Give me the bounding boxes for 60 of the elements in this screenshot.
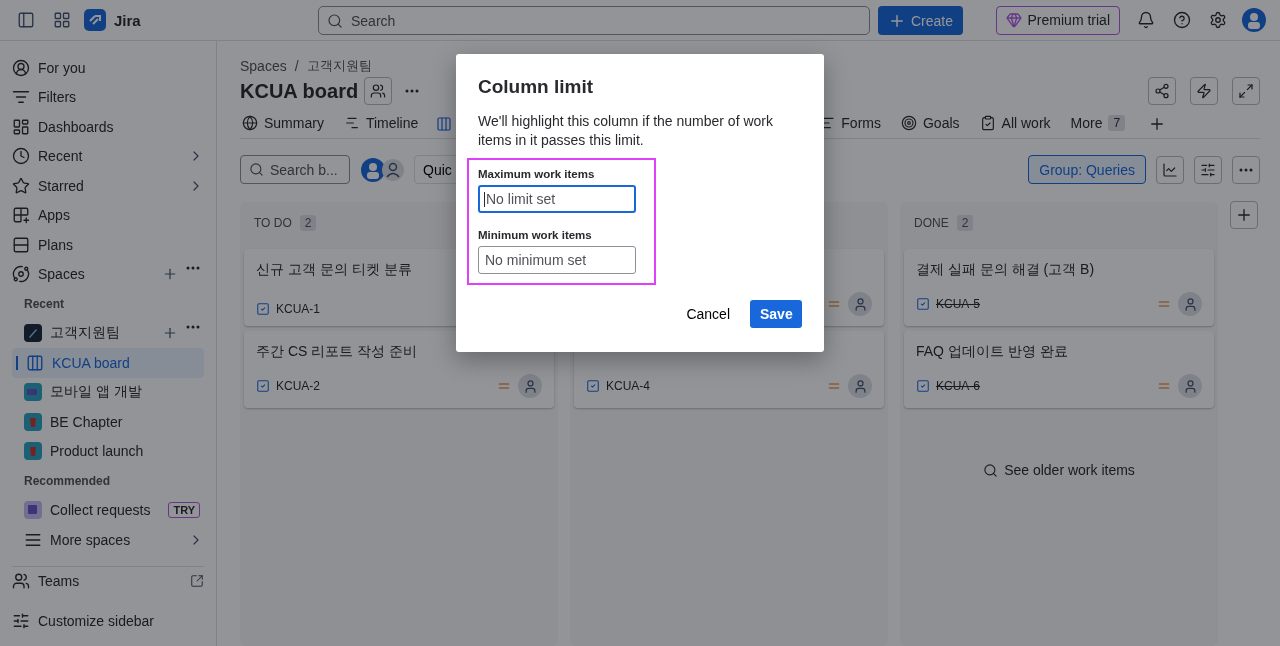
- sidebar-item[interactable]: Teams: [12, 566, 204, 596]
- dialog-description: We'll highlight this column if the number of work items in it passes this limit.: [478, 112, 774, 150]
- tab[interactable]: Summary: [240, 108, 334, 139]
- search-field[interactable]: Search: [318, 6, 870, 35]
- column-count: 2: [956, 215, 974, 231]
- sidebar-item[interactable]: Apps: [12, 200, 204, 230]
- work-item-key[interactable]: KCUA-6: [936, 379, 1150, 393]
- field-label: Minimum work items: [478, 229, 593, 241]
- space-item[interactable]: 고객지원팀: [12, 318, 204, 348]
- number-input[interactable]: No minimum set: [478, 246, 636, 274]
- sidebar-item[interactable]: Dashboards: [12, 112, 204, 142]
- create-button[interactable]: Create: [878, 6, 964, 35]
- work-item-key[interactable]: KCUA-2: [276, 379, 490, 393]
- card-title: FAQ 업데이트 반영 완료: [916, 343, 1069, 361]
- work-item-card[interactable]: FAQ 업데이트 반영 완료 KCUA-6: [904, 331, 1214, 408]
- space-item[interactable]: Collect requests TRY: [12, 495, 204, 525]
- sidebar-subitem[interactable]: KCUA board: [12, 348, 204, 378]
- sidebar-item[interactable]: Filters: [12, 82, 204, 112]
- section-heading: Recommended: [23, 472, 112, 490]
- cancel-button[interactable]: Cancel: [676, 300, 740, 328]
- breadcrumb-separator: /: [294, 58, 299, 74]
- dialog-title: Column limit: [478, 76, 595, 98]
- field-label: Maximum work items: [478, 168, 596, 180]
- card-title: 신규 고객 문의 티켓 분류: [256, 261, 413, 279]
- breadcrumb-link[interactable]: Spaces: [240, 58, 287, 74]
- sidebar-item[interactable]: Recent: [12, 141, 204, 171]
- number-input[interactable]: No limit set: [478, 185, 636, 213]
- work-item-key[interactable]: KCUA-4: [606, 379, 820, 393]
- column-count: 2: [299, 215, 317, 231]
- work-item-card[interactable]: 결제 실패 문의 해결 (고객 B) KCUA-5: [904, 249, 1214, 326]
- space-item[interactable]: BE Chapter: [12, 407, 204, 437]
- breadcrumb-link[interactable]: 고객지원팀: [306, 57, 372, 75]
- board-search-field[interactable]: Search b...: [240, 155, 350, 184]
- space-item[interactable]: Product launch: [12, 436, 204, 466]
- product-name[interactable]: Jira: [114, 11, 141, 29]
- save-button[interactable]: Save: [750, 300, 802, 328]
- sidebar-item[interactable]: For you: [12, 53, 204, 83]
- tab[interactable]: Goals: [898, 108, 970, 139]
- work-item-key[interactable]: KCUA-5: [936, 297, 1150, 311]
- tab[interactable]: All work: [977, 108, 1061, 139]
- space-item[interactable]: 모바일 앱 개발: [12, 377, 204, 407]
- column-title: TO DO: [254, 216, 292, 230]
- try-badge: TRY: [168, 502, 200, 519]
- group-by-button[interactable]: Group: Queries: [1028, 155, 1146, 184]
- sidebar-item[interactable]: Starred: [12, 171, 204, 201]
- sidebar-item[interactable]: More spaces: [12, 525, 204, 555]
- sidebar-item[interactable]: Plans: [12, 230, 204, 260]
- sidebar-item[interactable]: Customize sidebar: [12, 606, 204, 636]
- section-heading: Recent: [23, 295, 65, 313]
- column-title: DONE: [914, 216, 949, 230]
- premium-trial-button[interactable]: Premium trial: [995, 5, 1120, 35]
- card-title: 주간 CS 리포트 작성 준비: [256, 343, 418, 361]
- board-title: KCUA board: [240, 79, 359, 103]
- tab-count: 7: [1108, 114, 1126, 131]
- tab[interactable]: Timeline: [341, 108, 429, 139]
- card-title: 결제 실패 문의 해결 (고객 B): [916, 261, 1096, 279]
- sidebar-item[interactable]: Spaces: [12, 259, 204, 289]
- older-items-link[interactable]: See older work items: [977, 461, 1141, 479]
- work-item-card[interactable]: 주간 CS 리포트 작성 준비 KCUA-2: [244, 331, 554, 408]
- tab[interactable]: More 7: [1068, 108, 1136, 139]
